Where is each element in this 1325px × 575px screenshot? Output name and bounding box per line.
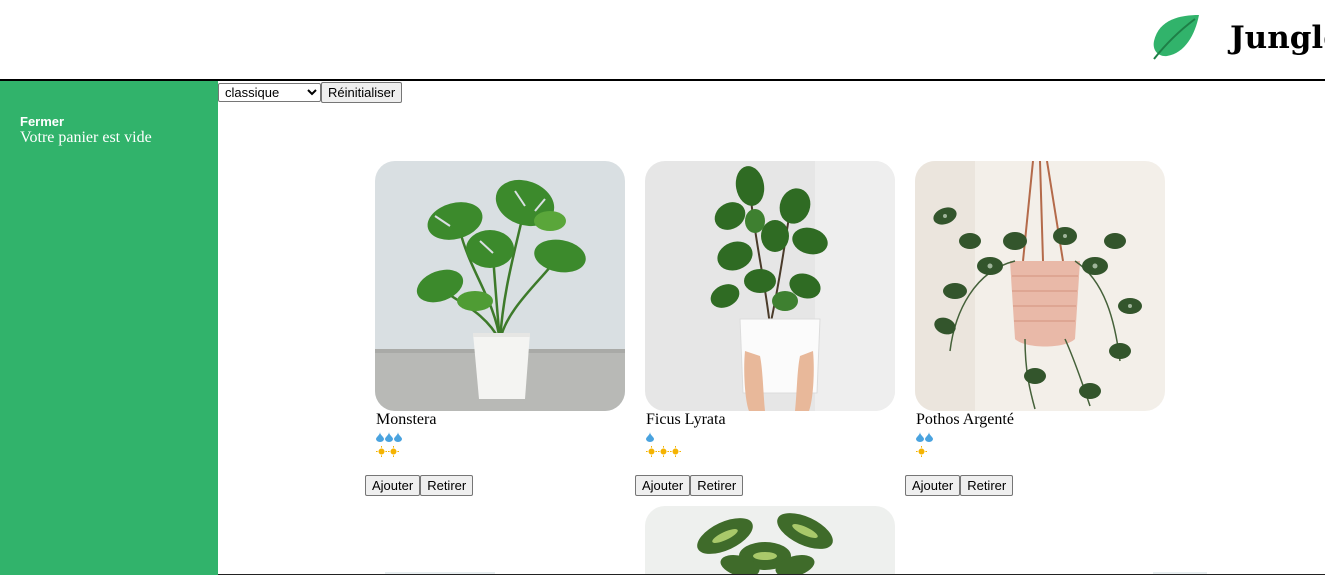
plant-card-pothos-argente: Pothos Argenté Ajouter Retirer — [905, 161, 1165, 496]
water-drop-icon — [646, 431, 654, 442]
app-title: Jungle — [1230, 20, 1325, 56]
card-actions: Ajouter Retirer — [905, 475, 1014, 496]
water-scale — [645, 429, 895, 444]
remove-from-cart-button[interactable]: Retirer — [690, 475, 744, 496]
plant-image[interactable] — [645, 161, 895, 411]
card-actions: Ajouter Retirer — [635, 475, 744, 496]
remove-from-cart-button[interactable]: Retirer — [960, 475, 1014, 496]
leaf-icon — [1153, 15, 1199, 60]
plant-card-ficus-lyrata: Ficus Lyrata Ajouter Retirer — [635, 161, 895, 496]
add-to-cart-button[interactable]: Ajouter — [905, 475, 961, 496]
water-drop-icon — [916, 431, 924, 442]
sun-icon — [658, 446, 669, 457]
sun-icon — [388, 446, 399, 457]
light-scale — [645, 444, 895, 459]
water-drop-icon — [394, 431, 402, 442]
plant-name: Monstera — [376, 411, 437, 428]
remove-from-cart-button[interactable]: Retirer — [420, 475, 474, 496]
filters-bar: classique Réinitialiser — [218, 82, 403, 103]
cart-panel: Fermer Votre panier est vide — [0, 81, 218, 575]
water-scale — [915, 429, 1165, 444]
banner: Jungle — [0, 0, 1325, 81]
sun-icon — [670, 446, 681, 457]
add-to-cart-button[interactable]: Ajouter — [635, 475, 691, 496]
sun-icon — [916, 446, 927, 457]
water-drop-icon — [925, 431, 933, 442]
light-scale — [915, 444, 1165, 459]
sun-icon — [646, 446, 657, 457]
plant-name: Ficus Lyrata — [646, 411, 726, 428]
water-scale — [375, 429, 625, 444]
plant-image[interactable] — [915, 161, 1165, 411]
reset-button[interactable]: Réinitialiser — [321, 82, 403, 103]
card-actions: Ajouter Retirer — [365, 475, 474, 496]
plant-card-partial — [645, 506, 895, 575]
light-scale — [375, 444, 625, 459]
cart-close-button[interactable]: Fermer — [20, 114, 64, 129]
plant-image[interactable] — [375, 161, 625, 411]
category-select[interactable]: classique — [218, 83, 321, 102]
add-to-cart-button[interactable]: Ajouter — [365, 475, 421, 496]
plant-name: Pothos Argenté — [916, 411, 1014, 428]
plant-image[interactable] — [645, 506, 895, 575]
water-drop-icon — [376, 431, 384, 442]
plant-card-monstera: Monstera Ajouter Retirer — [365, 161, 625, 496]
sun-icon — [376, 446, 387, 457]
water-drop-icon — [385, 431, 393, 442]
cart-empty-message: Votre panier est vide — [20, 129, 152, 146]
